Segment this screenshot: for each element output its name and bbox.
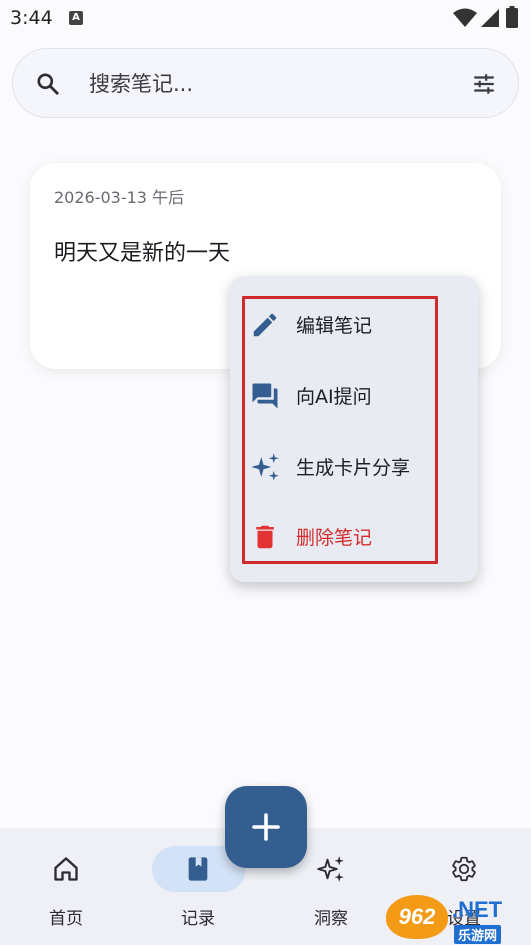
watermark-logo: 962 .NET 乐游网 — [386, 895, 531, 945]
nav-item-home[interactable]: 首页 — [0, 828, 132, 945]
context-menu: 编辑笔记 向AI提问 生成卡片分享 删除笔记 — [230, 276, 478, 582]
watermark-sub: 乐游网 — [454, 925, 502, 944]
note-date: 2026-03-13 午后 — [54, 188, 185, 207]
search-icon — [37, 73, 59, 95]
menu-item-edit-note[interactable]: 编辑笔记 — [246, 296, 446, 352]
sparkle-icon — [317, 856, 344, 882]
sparkle-icon — [251, 453, 279, 481]
nav-label: 记录 — [181, 909, 215, 929]
nav-label: 首页 — [49, 909, 83, 929]
notification-icon: A — [69, 11, 83, 25]
signal-icon — [481, 9, 499, 27]
search-bar[interactable] — [12, 48, 519, 118]
watermark-badge: 962 — [386, 895, 448, 939]
wifi-icon — [453, 8, 477, 27]
bookmark-icon — [188, 857, 208, 881]
pencil-icon — [253, 313, 277, 337]
note-content: 明天又是新的一天 — [54, 241, 231, 266]
add-note-button[interactable] — [225, 786, 307, 868]
watermark-net: .NET — [452, 897, 503, 922]
battery-icon — [506, 6, 518, 28]
menu-item-share-card[interactable]: 生成卡片分享 — [246, 438, 446, 494]
plus-icon — [252, 813, 280, 841]
status-time: 3:44 — [10, 7, 53, 29]
gear-icon — [452, 856, 476, 882]
menu-item-label: 生成卡片分享 — [296, 457, 411, 479]
menu-item-label: 删除笔记 — [296, 527, 373, 549]
menu-item-label: 编辑笔记 — [296, 315, 373, 337]
nav-label: 洞察 — [314, 909, 348, 929]
home-icon — [54, 857, 78, 881]
chat-icon — [252, 383, 278, 409]
trash-icon — [256, 525, 274, 549]
menu-item-ask-ai[interactable]: 向AI提问 — [246, 367, 446, 423]
menu-item-label: 向AI提问 — [296, 386, 372, 408]
search-input[interactable] — [89, 67, 449, 101]
filter-icon[interactable] — [471, 71, 497, 97]
status-bar: 3:44 A — [0, 0, 531, 38]
menu-item-delete-note[interactable]: 删除笔记 — [246, 508, 446, 564]
